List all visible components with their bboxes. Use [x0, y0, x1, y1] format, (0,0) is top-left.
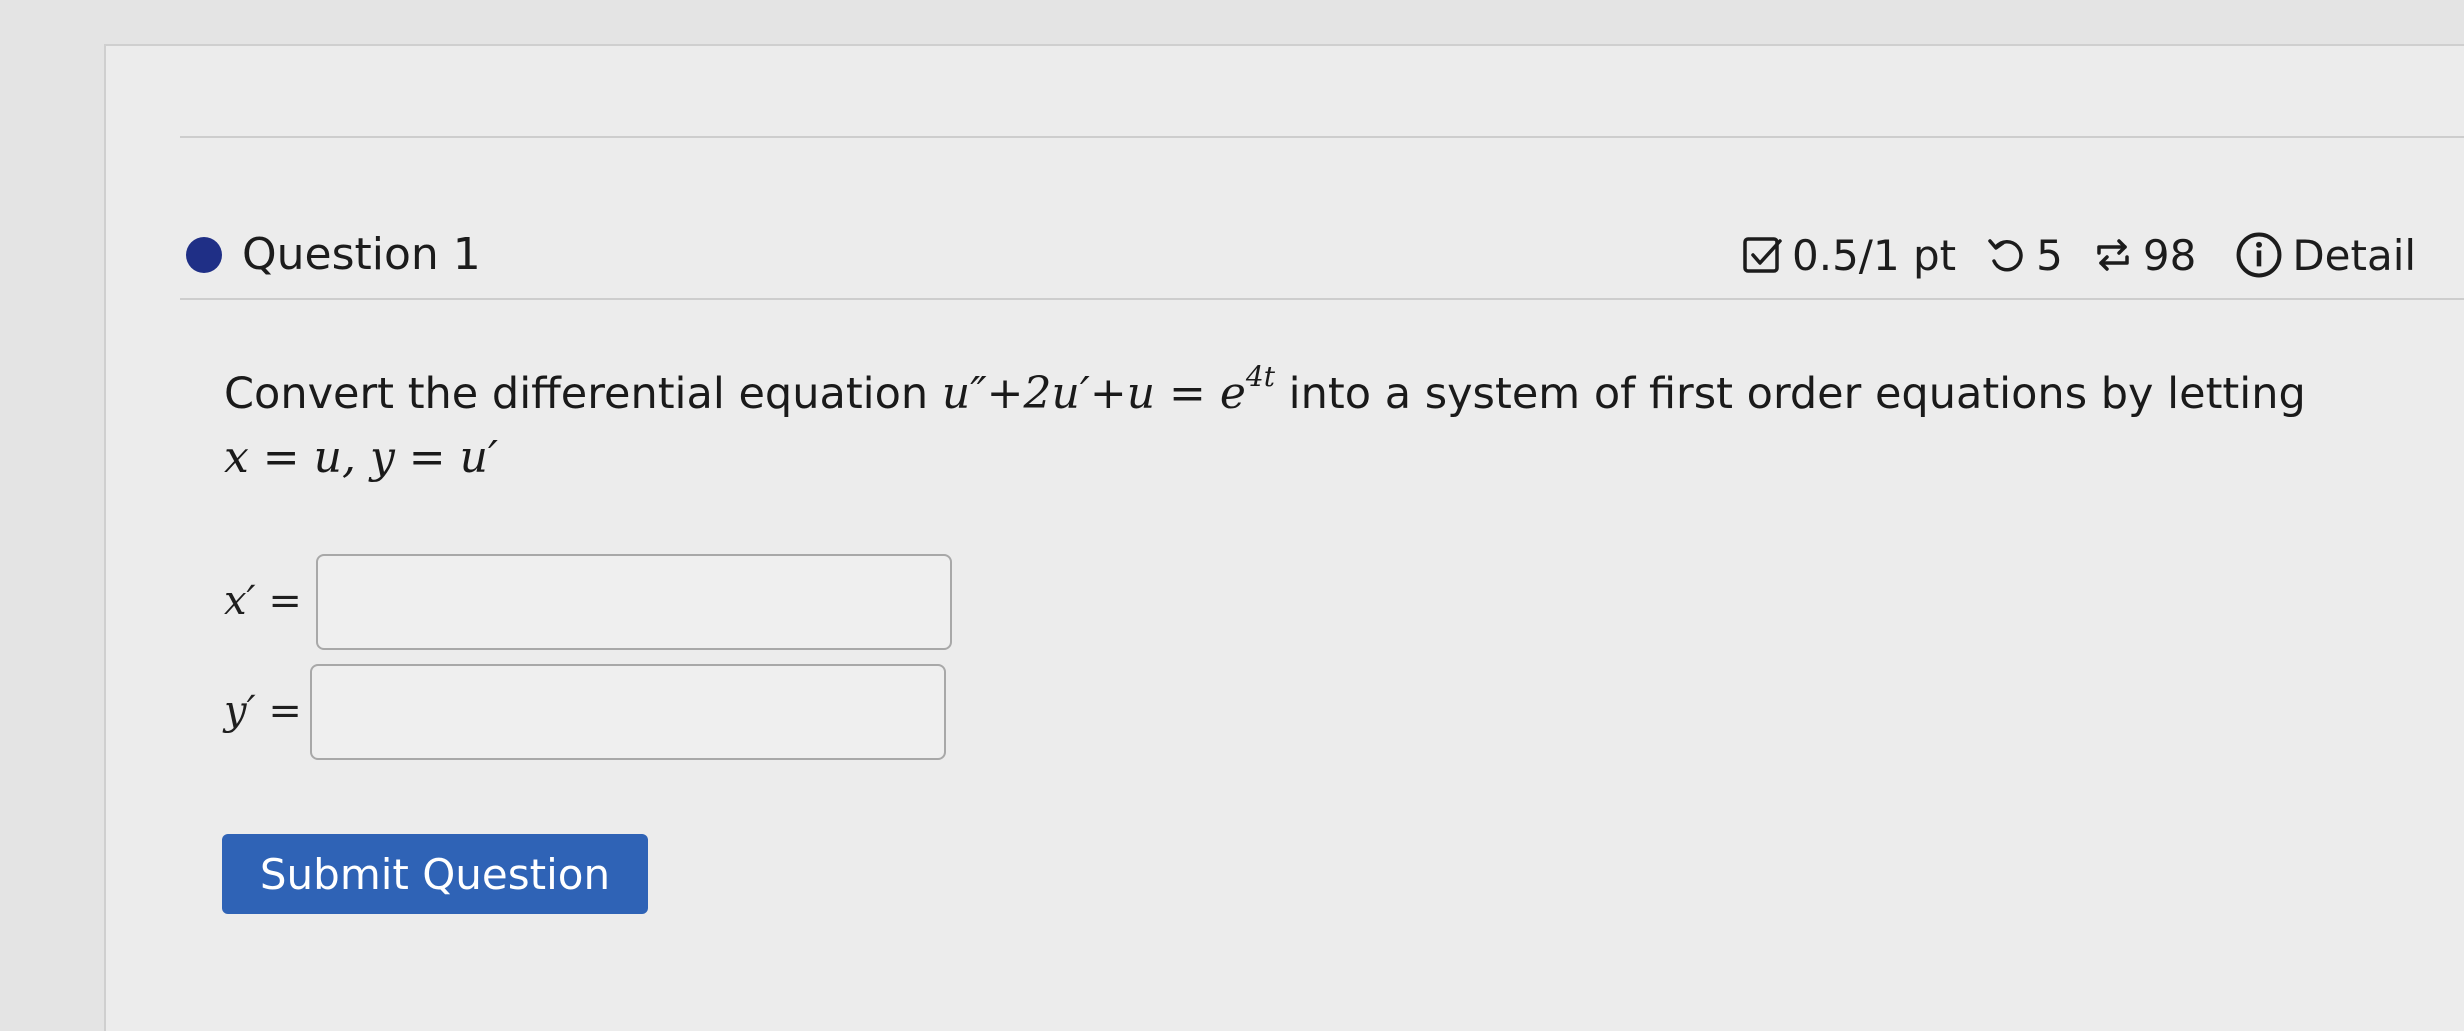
question-title: Question 1	[242, 229, 481, 280]
differential-equation: u″+2u′+u = e4t	[941, 363, 1275, 420]
question-prompt: Convert the differential equation u″+2u′…	[224, 362, 2404, 490]
undo-icon	[1988, 239, 2023, 272]
question-meta: 0.5/1 pt 5 98 Detail	[1740, 225, 2416, 285]
prompt-text-before: Convert the differential equation	[224, 369, 942, 419]
y-prime-label: y′ =	[224, 688, 302, 734]
score-text: 0.5/1 pt	[1792, 230, 1957, 280]
top-divider	[180, 136, 2464, 138]
prompt-text-after: into a system of first order equations b…	[1274, 369, 2306, 419]
details-link[interactable]: Detail	[2292, 231, 2416, 280]
y-prime-input[interactable]	[310, 664, 946, 760]
substitution-text: x = u, y = u′	[224, 432, 498, 483]
info-icon[interactable]	[2234, 230, 2284, 280]
attempts-text: 98	[2142, 230, 2197, 280]
retries-text: 5	[2036, 230, 2063, 280]
question-header: Question 1 0.5/1 pt 5 98 Detail	[180, 220, 2464, 292]
check-square-icon	[1743, 237, 1782, 273]
submit-question-button[interactable]: Submit Question	[222, 834, 648, 914]
repeat-icon	[2097, 239, 2129, 271]
x-prime-input[interactable]	[316, 554, 952, 650]
header-divider	[180, 298, 2464, 300]
x-prime-label: x′ =	[224, 578, 302, 624]
question-status-dot	[186, 237, 222, 273]
equation-exponent: 4t	[1245, 360, 1275, 393]
equation-base: u″+2u′+u = e	[941, 368, 1246, 419]
